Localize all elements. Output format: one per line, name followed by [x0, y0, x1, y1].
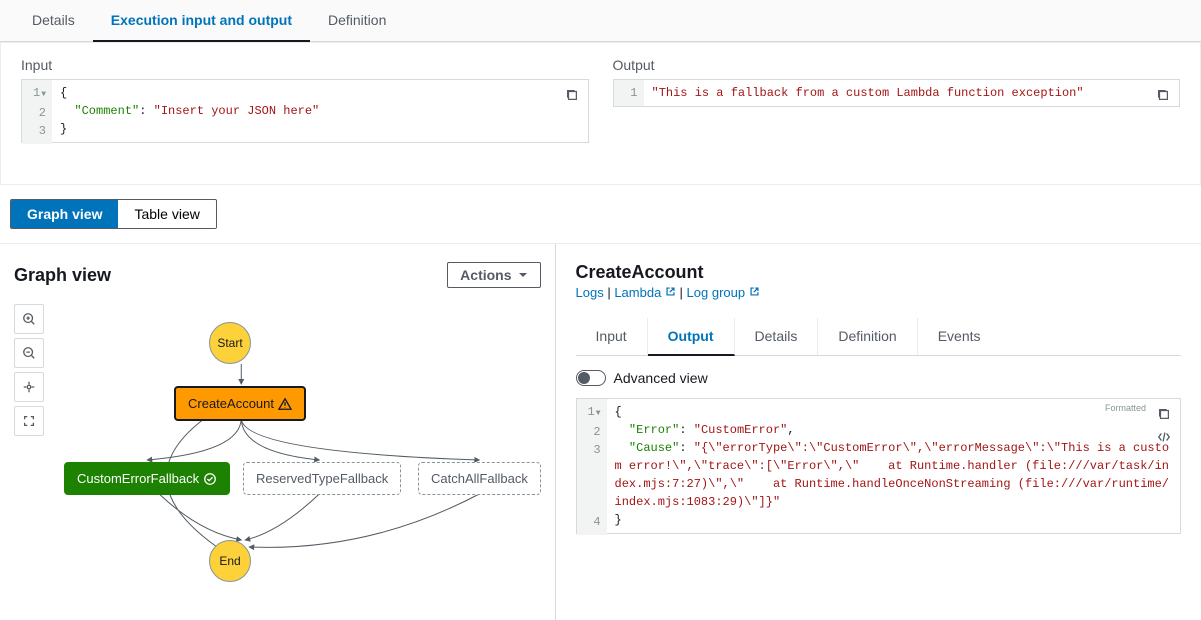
- advanced-view-label: Advanced view: [614, 370, 708, 386]
- input-code-content[interactable]: { "Comment": "Insert your JSON here" }: [52, 80, 588, 142]
- resource-links: Logs | Lambda | Log group: [576, 285, 1181, 300]
- copy-icon: [1157, 407, 1171, 421]
- fullscreen-button[interactable]: [14, 406, 44, 436]
- node-start[interactable]: Start: [209, 322, 251, 364]
- detail-code-box: Formatted 1▼234 { "Error": "CustomError"…: [576, 398, 1181, 534]
- code-icon: [1157, 430, 1171, 444]
- copy-output-button[interactable]: [1151, 84, 1175, 108]
- sub-tab-details[interactable]: Details: [735, 318, 819, 355]
- input-code-box: 1▼23 { "Comment": "Insert your JSON here…: [21, 79, 589, 143]
- copy-input-button[interactable]: [560, 84, 584, 108]
- actions-label: Actions: [460, 267, 511, 283]
- graph-area[interactable]: Start CreateAccount CustomErrorFallback …: [58, 302, 541, 602]
- graph-title: Graph view: [14, 265, 111, 286]
- sub-tab-output[interactable]: Output: [648, 318, 735, 356]
- warning-icon: [278, 397, 292, 411]
- actions-dropdown[interactable]: Actions: [447, 262, 540, 288]
- node-create-account[interactable]: CreateAccount: [174, 386, 306, 421]
- sub-tab-definition[interactable]: Definition: [818, 318, 917, 355]
- io-panel: Input 1▼23 { "Comment": "Insert your JSO…: [0, 42, 1201, 185]
- copy-icon: [565, 88, 579, 102]
- sub-tab-input[interactable]: Input: [576, 318, 648, 355]
- center-button[interactable]: [14, 372, 44, 402]
- detail-gutter: 1▼234: [577, 399, 607, 535]
- advanced-view-toggle[interactable]: [576, 370, 606, 386]
- zoom-in-icon: [22, 312, 36, 326]
- node-custom-error-fallback[interactable]: CustomErrorFallback: [64, 462, 230, 495]
- output-gutter: 1: [614, 80, 644, 106]
- input-column: Input 1▼23 { "Comment": "Insert your JSO…: [21, 57, 589, 144]
- caret-down-icon: [518, 270, 528, 280]
- table-view-button[interactable]: Table view: [118, 200, 215, 228]
- tab-definition[interactable]: Definition: [310, 0, 404, 41]
- zoom-out-button[interactable]: [14, 338, 44, 368]
- node-catch-all-fallback[interactable]: CatchAllFallback: [418, 462, 541, 495]
- node-reserved-type-fallback[interactable]: ReservedTypeFallback: [243, 462, 401, 495]
- copy-icon: [1156, 88, 1170, 102]
- check-circle-icon: [203, 472, 217, 486]
- output-code-content[interactable]: "This is a fallback from a custom Lambda…: [644, 80, 1180, 106]
- log-group-link[interactable]: Log group: [687, 285, 760, 300]
- graph-edges: [58, 302, 541, 602]
- fullscreen-icon: [22, 414, 36, 428]
- output-column: Output 1 "This is a fallback from a cust…: [613, 57, 1181, 144]
- external-link-icon: [665, 286, 676, 297]
- formatted-label: Formatted: [1105, 403, 1146, 413]
- output-label: Output: [613, 57, 1181, 73]
- zoom-out-icon: [22, 346, 36, 360]
- logs-link[interactable]: Logs: [576, 285, 604, 300]
- toggle-format-button[interactable]: [1152, 425, 1176, 449]
- center-icon: [22, 380, 36, 394]
- graph-toolbox: [14, 304, 44, 436]
- sub-tab-events[interactable]: Events: [918, 318, 1001, 355]
- view-switch: Graph view Table view: [0, 185, 1201, 243]
- output-code-box: 1 "This is a fallback from a custom Lamb…: [613, 79, 1181, 107]
- top-tabs: Details Execution input and output Defin…: [0, 0, 1201, 42]
- graph-view-button[interactable]: Graph view: [11, 200, 118, 228]
- copy-detail-button[interactable]: [1152, 403, 1176, 427]
- split-panels: Graph view Actions S: [0, 243, 1201, 620]
- lambda-link[interactable]: Lambda: [614, 285, 676, 300]
- detail-code-content[interactable]: { "Error": "CustomError", "Cause": "{\"e…: [607, 399, 1180, 533]
- detail-sub-tabs: Input Output Details Definition Events: [576, 318, 1181, 356]
- input-label: Input: [21, 57, 589, 73]
- node-end[interactable]: End: [209, 540, 251, 582]
- zoom-in-button[interactable]: [14, 304, 44, 334]
- input-gutter: 1▼23: [22, 80, 52, 144]
- tab-details[interactable]: Details: [14, 0, 93, 41]
- selected-node-title: CreateAccount: [576, 262, 1181, 283]
- external-link-icon: [749, 286, 760, 297]
- tab-execution-io[interactable]: Execution input and output: [93, 0, 310, 42]
